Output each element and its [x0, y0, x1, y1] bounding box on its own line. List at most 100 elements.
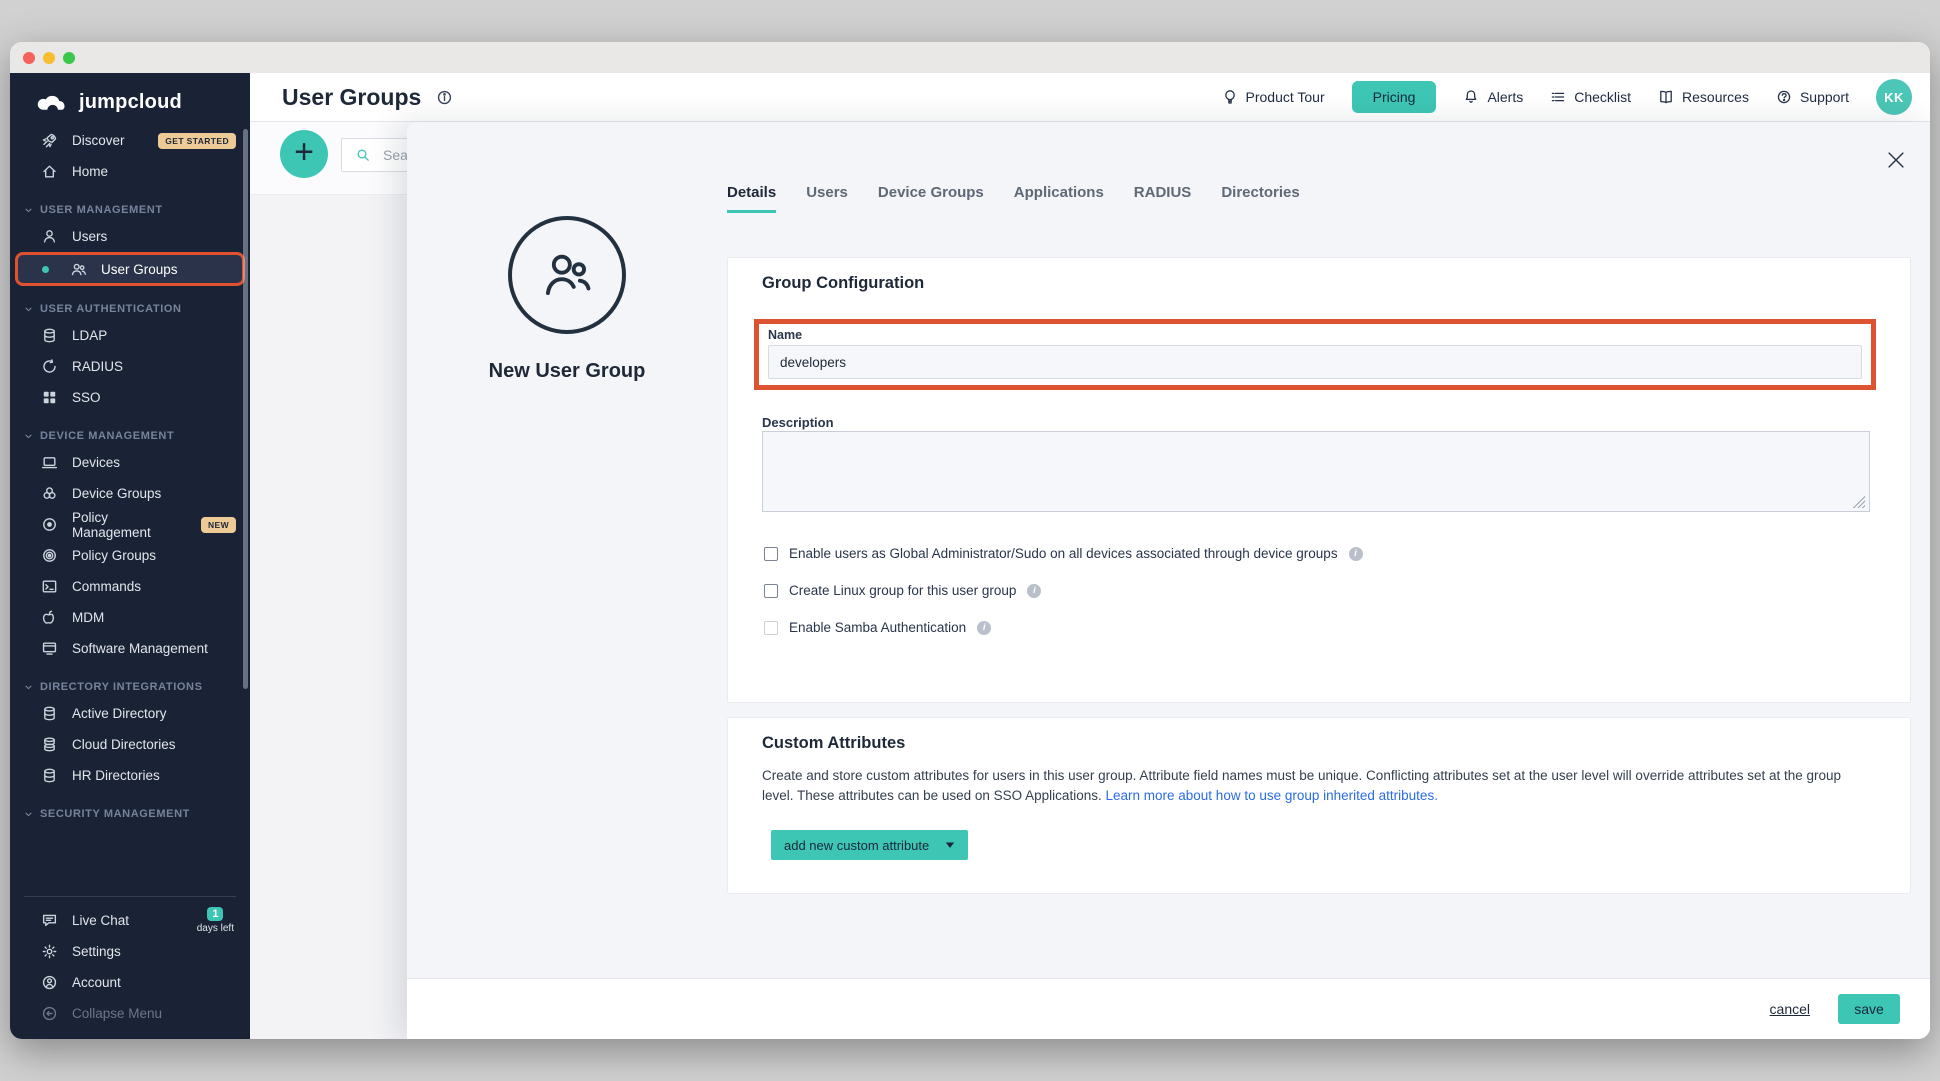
user-icon [41, 228, 58, 245]
section-directory-integrations[interactable]: DIRECTORY INTEGRATIONS [10, 676, 250, 698]
resources-button[interactable]: Resources [1658, 89, 1749, 105]
checkbox-row-global-admin: Enable users as Global Administrator/Sud… [764, 546, 1363, 561]
section-user-management[interactable]: USER MANAGEMENT [10, 199, 250, 221]
section-user-authentication[interactable]: USER AUTHENTICATION [10, 298, 250, 320]
add-user-group-button[interactable]: + [280, 130, 328, 178]
close-icon[interactable] [1886, 150, 1906, 170]
new-badge: NEW [201, 517, 236, 533]
sidebar-item-policy-groups[interactable]: Policy Groups [10, 540, 250, 571]
sidebar-item-hr-directories[interactable]: HR Directories [10, 760, 250, 791]
close-window-button[interactable] [23, 52, 35, 64]
rocket-icon [41, 132, 58, 149]
users-icon [70, 261, 87, 278]
user-group-avatar [508, 216, 626, 334]
tab-details[interactable]: Details [727, 184, 776, 213]
sidebar-item-ldap[interactable]: LDAP [10, 320, 250, 351]
laptop-icon [41, 454, 58, 471]
entity-panel: New User Group [407, 122, 727, 383]
maximize-window-button[interactable] [63, 52, 75, 64]
sidebar-item-live-chat[interactable]: Live Chat 1 days left [10, 905, 250, 936]
learn-more-link[interactable]: Learn more about how to use group inheri… [1105, 788, 1437, 803]
sidebar-item-radius[interactable]: RADIUS [10, 351, 250, 382]
alerts-label: Alerts [1487, 89, 1523, 105]
account-icon [41, 974, 58, 991]
tab-directories[interactable]: Directories [1221, 184, 1299, 213]
database-icon [41, 705, 58, 722]
checklist-label: Checklist [1574, 89, 1631, 105]
sidebar-item-user-groups[interactable]: User Groups [15, 252, 245, 286]
sidebar-item-label: HR Directories [72, 768, 160, 783]
tab-users[interactable]: Users [806, 184, 848, 213]
name-input[interactable] [768, 345, 1862, 379]
avatar[interactable]: KK [1876, 79, 1912, 115]
custom-attributes-description: Create and store custom attributes for u… [762, 766, 1874, 806]
description-label: Description [762, 415, 834, 430]
sidebar-item-active-directory[interactable]: Active Directory [10, 698, 250, 729]
tab-radius[interactable]: RADIUS [1134, 184, 1192, 213]
sidebar-item-discover[interactable]: Discover GET STARTED [10, 125, 250, 156]
sidebar-item-label: Commands [72, 579, 141, 594]
resources-label: Resources [1682, 89, 1749, 105]
add-custom-attribute-button[interactable]: add new custom attribute [771, 830, 968, 860]
samba-checkbox[interactable] [764, 621, 778, 635]
chevron-down-icon [24, 810, 33, 819]
sidebar-footer: Live Chat 1 days left Settings Account C… [10, 896, 250, 1029]
pricing-button[interactable]: Pricing [1352, 81, 1437, 113]
checkbox-label: Create Linux group for this user group [789, 583, 1016, 598]
cancel-button[interactable]: cancel [1770, 1001, 1810, 1017]
search-icon [355, 147, 371, 163]
sidebar-item-settings[interactable]: Settings [10, 936, 250, 967]
sidebar-item-policy-management[interactable]: Policy Management NEW [10, 509, 250, 540]
sidebar-item-cloud-directories[interactable]: Cloud Directories [10, 729, 250, 760]
support-button[interactable]: Support [1776, 89, 1849, 105]
save-button[interactable]: save [1838, 994, 1900, 1024]
info-icon[interactable] [436, 89, 453, 106]
linux-group-checkbox[interactable] [764, 584, 778, 598]
info-icon[interactable]: i [1349, 547, 1363, 561]
alerts-button[interactable]: Alerts [1463, 89, 1523, 105]
resize-grip-icon[interactable] [1853, 496, 1865, 508]
checklist-button[interactable]: Checklist [1550, 89, 1631, 105]
sidebar-item-collapse-menu[interactable]: Collapse Menu [10, 998, 250, 1029]
trial-count-badge: 1 [207, 907, 223, 921]
description-textarea[interactable] [762, 431, 1870, 512]
global-admin-checkbox[interactable] [764, 547, 778, 561]
collapse-icon [41, 1005, 58, 1022]
info-icon[interactable]: i [977, 621, 991, 635]
minimize-window-button[interactable] [43, 52, 55, 64]
checkbox-label: Enable Samba Authentication [789, 620, 966, 635]
section-security-management[interactable]: SECURITY MANAGEMENT [10, 803, 250, 825]
sidebar-item-commands[interactable]: Commands [10, 571, 250, 602]
sidebar-nav: Discover GET STARTED Home USER MANAGEMEN… [10, 125, 250, 825]
sidebar-item-label: Account [72, 975, 121, 990]
sidebar-item-devices[interactable]: Devices [10, 447, 250, 478]
chat-icon [41, 912, 58, 929]
section-device-management[interactable]: DEVICE MANAGEMENT [10, 425, 250, 447]
info-icon[interactable]: i [1027, 584, 1041, 598]
sidebar-item-device-groups[interactable]: Device Groups [10, 478, 250, 509]
sidebar-item-mdm[interactable]: MDM [10, 602, 250, 633]
sidebar-scrollbar[interactable] [243, 129, 248, 689]
sidebar-item-label: Software Management [72, 641, 208, 656]
target-icon [41, 516, 58, 533]
sidebar-item-account[interactable]: Account [10, 967, 250, 998]
tab-applications[interactable]: Applications [1014, 184, 1104, 213]
name-field-highlight: Name [754, 319, 1876, 390]
sidebar-item-sso[interactable]: SSO [10, 382, 250, 413]
sidebar-item-users[interactable]: Users [10, 221, 250, 252]
chevron-down-icon [24, 683, 33, 692]
sidebar-item-home[interactable]: Home [10, 156, 250, 187]
name-label: Name [768, 328, 1862, 342]
chevron-down-icon [24, 305, 33, 314]
section-label: USER MANAGEMENT [40, 204, 163, 216]
sidebar-item-label: RADIUS [72, 359, 123, 374]
sidebar-item-label: User Groups [101, 262, 178, 277]
sidebar-item-label: Home [72, 164, 108, 179]
modal-footer: cancel save [407, 978, 1930, 1039]
section-label: DEVICE MANAGEMENT [40, 430, 174, 442]
tab-device-groups[interactable]: Device Groups [878, 184, 984, 213]
sidebar-item-software-management[interactable]: Software Management [10, 633, 250, 664]
sidebar-item-label: Discover [72, 133, 125, 148]
product-tour-button[interactable]: Product Tour [1222, 89, 1325, 105]
section-label: SECURITY MANAGEMENT [40, 808, 190, 820]
